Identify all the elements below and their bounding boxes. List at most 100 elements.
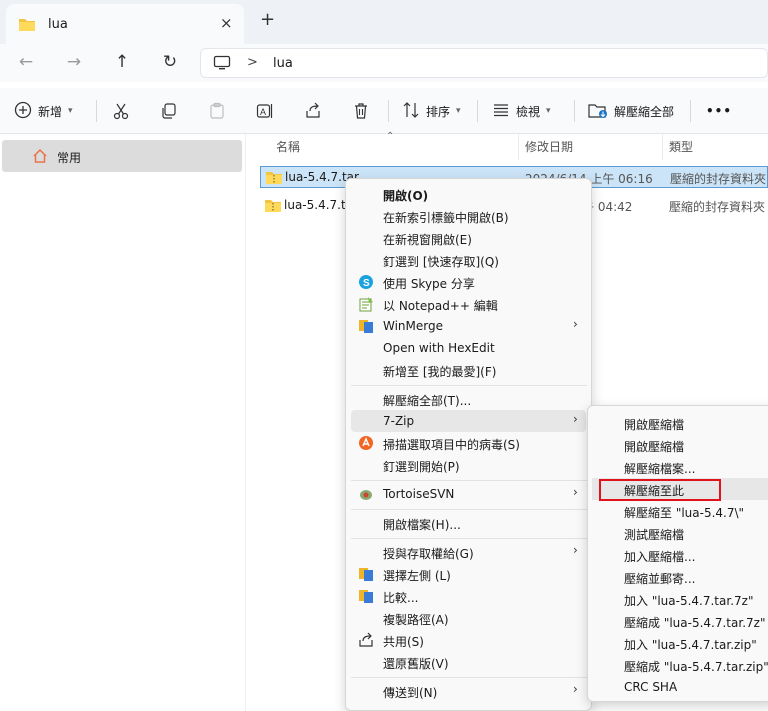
cut-icon[interactable] [112,98,130,124]
chevron-down-icon: ▾ [546,106,551,116]
sort-button[interactable]: 排序 ▾ [402,98,461,124]
nav-home-label: 常用 [57,151,82,165]
submenu-item-add-zip[interactable]: 加入 "lua-5.4.7.tar.zip" [592,632,768,654]
menu-item-label: 解壓縮全部(T)... [383,394,472,408]
menu-item-skype-share[interactable]: S 使用 Skype 分享 [351,271,586,293]
menu-item-label: 傳送到(N) [383,686,438,700]
tab-lua[interactable]: lua × [6,4,244,44]
submenu-item-crc-sha[interactable]: CRC SHA [592,676,768,698]
divider [477,100,478,122]
menu-item-notepadpp[interactable]: 以 Notepad++ 編輯 [351,293,586,315]
submenu-item-compress-zip-email[interactable]: 壓縮成 "lua-5.4.7.tar.zip" 並 [592,654,768,676]
share-icon[interactable] [304,98,322,124]
submenu-item-test-archive[interactable]: 測試壓縮檔 [592,522,768,544]
menu-item-open-new-window[interactable]: 在新視窗開啟(E) [351,227,586,249]
submenu-item-add-to-archive[interactable]: 加入壓縮檔... [592,544,768,566]
submenu-item-add-7z[interactable]: 加入 "lua-5.4.7.tar.7z" [592,588,768,610]
chevron-right-icon: › [573,412,578,426]
menu-item-copy-path[interactable]: 複製路徑(A) [351,607,586,629]
menu-divider [351,385,587,386]
menu-item-label: 選擇左側 (L) [383,569,451,583]
chevron-down-icon: ▾ [456,106,461,116]
svg-text:A: A [260,107,266,117]
menu-item-compare[interactable]: 比較... [351,585,586,607]
rename-icon[interactable]: A [256,98,274,124]
winmerge-icon [358,566,374,582]
extract-all-label: 解壓縮全部 [614,104,675,119]
submenu-item-open-archive[interactable]: 開啟壓縮檔 [592,412,768,434]
divider [388,100,389,122]
menu-item-label: 比較... [383,591,419,605]
highlight-box [599,479,721,501]
nav-item-home[interactable]: 常用 [2,140,242,172]
submenu-item-label: CRC SHA [624,680,678,694]
submenu-item-label: 壓縮成 "lua-5.4.7.tar.7z" 並 [624,616,768,630]
zip-folder-icon [265,170,283,188]
menu-divider [351,480,587,481]
forward-arrow-icon[interactable]: → [62,52,86,74]
column-header-type[interactable]: 類型 [669,138,693,155]
submenu-item-label: 測試壓縮檔 [624,528,685,542]
more-options-icon[interactable]: ••• [706,98,732,124]
menu-item-7zip[interactable]: 7-Zip › [351,410,586,432]
address-bar[interactable]: > lua [200,48,768,78]
home-icon [32,148,48,167]
close-icon[interactable]: × [220,14,233,32]
new-tab-button[interactable]: + [260,9,275,30]
menu-item-pin-start[interactable]: 釘選到開始(P) [351,454,586,476]
menu-item-label: 掃描選取項目中的病毒(S) [383,438,520,452]
address-row: ← → ↑ ↻ > lua [0,44,768,82]
copy-icon[interactable] [160,98,178,124]
menu-item-open-file[interactable]: 開啟檔案(H)... [351,512,586,534]
submenu-item-extract-files[interactable]: 解壓縮檔案... [592,456,768,478]
menu-item-winmerge[interactable]: WinMerge › [351,315,586,337]
column-header-modified[interactable]: 修改日期 [525,138,573,155]
back-arrow-icon[interactable]: ← [14,52,38,74]
menu-item-restore-versions[interactable]: 還原舊版(V) [351,651,586,673]
column-header-name[interactable]: 名稱 [276,138,300,155]
breadcrumb-separator: > [247,55,258,70]
computer-icon [213,55,231,74]
menu-item-grant-access[interactable]: 授與存取權給(G) › [351,541,586,563]
breadcrumb-lua[interactable]: lua [273,56,293,71]
menu-item-add-favorites[interactable]: 新增至 [我的最愛](F) [351,359,586,381]
chevron-down-icon: ▾ [68,106,73,116]
notepadpp-icon [358,296,374,312]
extract-folder-icon [588,101,608,122]
submenu-item-extract-to-folder[interactable]: 解壓縮至 "lua-5.4.7\" [592,500,768,522]
menu-item-label: 新增至 [我的最愛](F) [383,365,497,379]
divider [690,100,691,122]
command-bar: 新增 ▾ A 排序 ▾ 檢視 ▾ 解壓縮全部 ••• [0,88,768,134]
menu-item-label: 複製路徑(A) [383,613,449,627]
submenu-item-label: 開啟壓縮檔 [624,440,685,454]
up-arrow-icon[interactable]: ↑ [110,52,134,74]
sort-ascending-icon: ⌃ [386,131,395,142]
menu-item-open[interactable]: 開啟(O) [351,183,586,205]
column-divider[interactable] [518,134,519,160]
menu-item-label: 以 Notepad++ 編輯 [383,299,498,313]
menu-divider [351,677,587,678]
menu-item-scan-virus[interactable]: 掃描選取項目中的病毒(S) [351,432,586,454]
column-divider[interactable] [662,134,663,160]
divider [96,100,97,122]
menu-item-pin-quick-access[interactable]: 釘選到 [快速存取](Q) [351,249,586,271]
menu-item-send-to[interactable]: 傳送到(N) › [351,680,586,702]
menu-item-select-left[interactable]: 選擇左側 (L) [351,563,586,585]
submenu-item-compress-7z-email[interactable]: 壓縮成 "lua-5.4.7.tar.7z" 並 [592,610,768,632]
menu-item-extract-all[interactable]: 解壓縮全部(T)... [351,388,586,410]
menu-item-tortoisesvn[interactable]: TortoiseSVN › [351,483,586,505]
view-button[interactable]: 檢視 ▾ [492,98,551,124]
menu-item-label: 還原舊版(V) [383,657,449,671]
delete-icon[interactable] [352,98,370,124]
menu-item-open-new-tab[interactable]: 在新索引標籤中開啟(B) [351,205,586,227]
submenu-item-open-archive[interactable]: 開啟壓縮檔 [592,434,768,456]
refresh-icon[interactable]: ↻ [158,52,182,74]
file-type: 壓縮的封存資料夾 [669,200,766,214]
menu-item-hexedit[interactable]: Open with HexEdit [351,337,586,359]
chevron-right-icon: › [573,682,578,696]
avast-icon [358,435,374,451]
new-button[interactable]: 新增 ▾ [14,98,73,124]
menu-item-share[interactable]: 共用(S) [351,629,586,651]
extract-all-button[interactable]: 解壓縮全部 [588,98,674,124]
submenu-item-compress-email[interactable]: 壓縮並郵寄... [592,566,768,588]
